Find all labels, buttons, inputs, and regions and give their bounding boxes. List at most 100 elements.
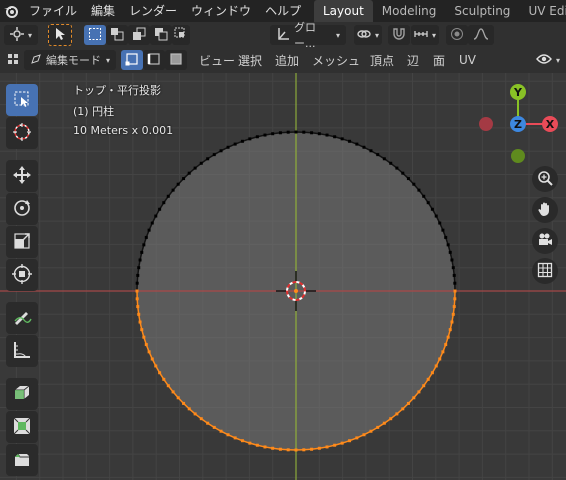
mesh-vertex[interactable] bbox=[426, 201, 430, 205]
select-extend-button[interactable] bbox=[106, 25, 128, 45]
mesh-vertex[interactable] bbox=[450, 258, 454, 262]
mesh-vertex[interactable] bbox=[294, 448, 298, 452]
mesh-vertex[interactable] bbox=[240, 439, 244, 443]
inset-tool[interactable] bbox=[6, 411, 38, 443]
mesh-vertex[interactable] bbox=[406, 177, 410, 181]
mesh-vertex[interactable] bbox=[430, 207, 434, 211]
menu-window[interactable]: ウィンドウ bbox=[184, 0, 258, 22]
mesh-vertex[interactable] bbox=[136, 273, 140, 277]
mesh-vertex[interactable] bbox=[453, 297, 457, 301]
mesh-vertex[interactable] bbox=[144, 343, 148, 347]
bevel-tool[interactable] bbox=[6, 444, 38, 476]
mesh-vertex[interactable] bbox=[150, 221, 154, 225]
mesh-vertex[interactable] bbox=[187, 171, 191, 175]
mesh-vertex[interactable] bbox=[317, 132, 321, 136]
mesh-vertex[interactable] bbox=[158, 207, 162, 211]
mesh-vertex[interactable] bbox=[362, 433, 366, 437]
mode-dropdown[interactable]: 編集モード ▾ bbox=[24, 50, 116, 70]
mesh-vertex[interactable] bbox=[278, 447, 282, 451]
mesh-vertex[interactable] bbox=[389, 417, 393, 421]
mesh-vertex[interactable] bbox=[434, 364, 438, 368]
mesh-vertex[interactable] bbox=[255, 443, 259, 447]
select-intersect-button[interactable] bbox=[172, 25, 190, 45]
mesh-vertex[interactable] bbox=[333, 135, 337, 139]
mesh-vertex[interactable] bbox=[182, 401, 186, 405]
gizmo-neg-x-button[interactable] bbox=[479, 117, 493, 131]
mesh-vertex[interactable] bbox=[206, 421, 210, 425]
mesh-vertex[interactable] bbox=[206, 157, 210, 161]
mesh-vertex[interactable] bbox=[240, 139, 244, 143]
mesh-vertex[interactable] bbox=[426, 377, 430, 381]
mesh-vertex[interactable] bbox=[406, 401, 410, 405]
mesh-vertex[interactable] bbox=[376, 153, 380, 157]
mesh-vertex[interactable] bbox=[382, 157, 386, 161]
mesh-vertex[interactable] bbox=[395, 166, 399, 170]
mesh-vertex[interactable] bbox=[212, 153, 216, 157]
select-new-button[interactable] bbox=[84, 25, 106, 45]
extrude-tool[interactable] bbox=[6, 378, 38, 410]
mesh-vertex[interactable] bbox=[452, 305, 456, 309]
menu-edge[interactable]: 辺 bbox=[400, 50, 426, 70]
mesh-vertex[interactable] bbox=[417, 390, 421, 394]
annotate-tool[interactable] bbox=[6, 302, 38, 334]
mesh-vertex[interactable] bbox=[446, 243, 450, 247]
move-tool[interactable] bbox=[6, 160, 38, 192]
mesh-vertex[interactable] bbox=[348, 139, 352, 143]
mesh-vertex[interactable] bbox=[176, 182, 180, 186]
tab-sculpting[interactable]: Sculpting bbox=[445, 0, 519, 22]
mesh-vertex[interactable] bbox=[451, 312, 455, 316]
mesh-vertex[interactable] bbox=[444, 343, 448, 347]
menu-uv[interactable]: UV bbox=[452, 50, 483, 70]
mesh-vertex[interactable] bbox=[362, 145, 366, 149]
mesh-vertex[interactable] bbox=[448, 250, 452, 254]
mesh-vertex[interactable] bbox=[193, 166, 197, 170]
mesh-vertex[interactable] bbox=[154, 214, 158, 218]
menu-render[interactable]: レンダー bbox=[122, 0, 184, 22]
mesh-vertex[interactable] bbox=[278, 131, 282, 135]
tab-uv-editing[interactable]: UV Editir bbox=[519, 0, 566, 22]
mesh-vertex[interactable] bbox=[369, 429, 373, 433]
mesh-vertex[interactable] bbox=[340, 441, 344, 445]
select-tool-button[interactable] bbox=[48, 24, 72, 46]
mesh-vertex[interactable] bbox=[135, 297, 139, 301]
mesh-vertex[interactable] bbox=[294, 130, 298, 134]
mesh-vertex[interactable] bbox=[310, 131, 314, 135]
mesh-vertex[interactable] bbox=[219, 149, 223, 153]
mesh-vertex[interactable] bbox=[255, 135, 259, 139]
mesh-vertex[interactable] bbox=[451, 266, 455, 270]
mesh-vertex[interactable] bbox=[302, 448, 306, 452]
select-invert-button[interactable] bbox=[150, 25, 172, 45]
mesh-vertex[interactable] bbox=[140, 250, 144, 254]
mesh-vertex[interactable] bbox=[422, 384, 426, 388]
pivot-dropdown[interactable]: ▾ bbox=[4, 25, 38, 45]
mesh-vertex[interactable] bbox=[154, 364, 158, 368]
mesh-vertex[interactable] bbox=[310, 447, 314, 451]
mesh-vertex[interactable] bbox=[348, 439, 352, 443]
mesh-vertex[interactable] bbox=[150, 357, 154, 361]
mesh-vertex[interactable] bbox=[302, 130, 306, 134]
menu-vertex[interactable]: 頂点 bbox=[363, 50, 401, 70]
mesh-vertex[interactable] bbox=[171, 188, 175, 192]
pivot-point-dropdown[interactable]: ▾ bbox=[354, 25, 382, 45]
mesh-vertex[interactable] bbox=[144, 235, 148, 239]
mesh-vertex[interactable] bbox=[448, 328, 452, 332]
snap-toggle[interactable] bbox=[388, 25, 410, 45]
visibility-dropdown[interactable]: ▾ bbox=[533, 50, 563, 70]
mesh-vertex[interactable] bbox=[325, 133, 329, 137]
mesh-vertex[interactable] bbox=[226, 433, 230, 437]
mesh-vertex[interactable] bbox=[138, 258, 142, 262]
mesh-vertex[interactable] bbox=[355, 142, 359, 146]
mesh-vertex[interactable] bbox=[438, 221, 442, 225]
mesh-vertex[interactable] bbox=[162, 377, 166, 381]
mesh-vertex[interactable] bbox=[271, 132, 275, 136]
mesh-vertex[interactable] bbox=[158, 371, 162, 375]
mesh-vertex[interactable] bbox=[422, 194, 426, 198]
pan-button[interactable] bbox=[532, 197, 558, 223]
mesh-vertex[interactable] bbox=[140, 328, 144, 332]
mesh-vertex[interactable] bbox=[317, 446, 321, 450]
menu-add[interactable]: 追加 bbox=[268, 50, 306, 70]
mesh-vertex[interactable] bbox=[412, 396, 416, 400]
menu-edit[interactable]: 編集 bbox=[84, 0, 122, 22]
ortho-toggle-button[interactable] bbox=[532, 258, 558, 284]
mesh-vertex[interactable] bbox=[401, 171, 405, 175]
